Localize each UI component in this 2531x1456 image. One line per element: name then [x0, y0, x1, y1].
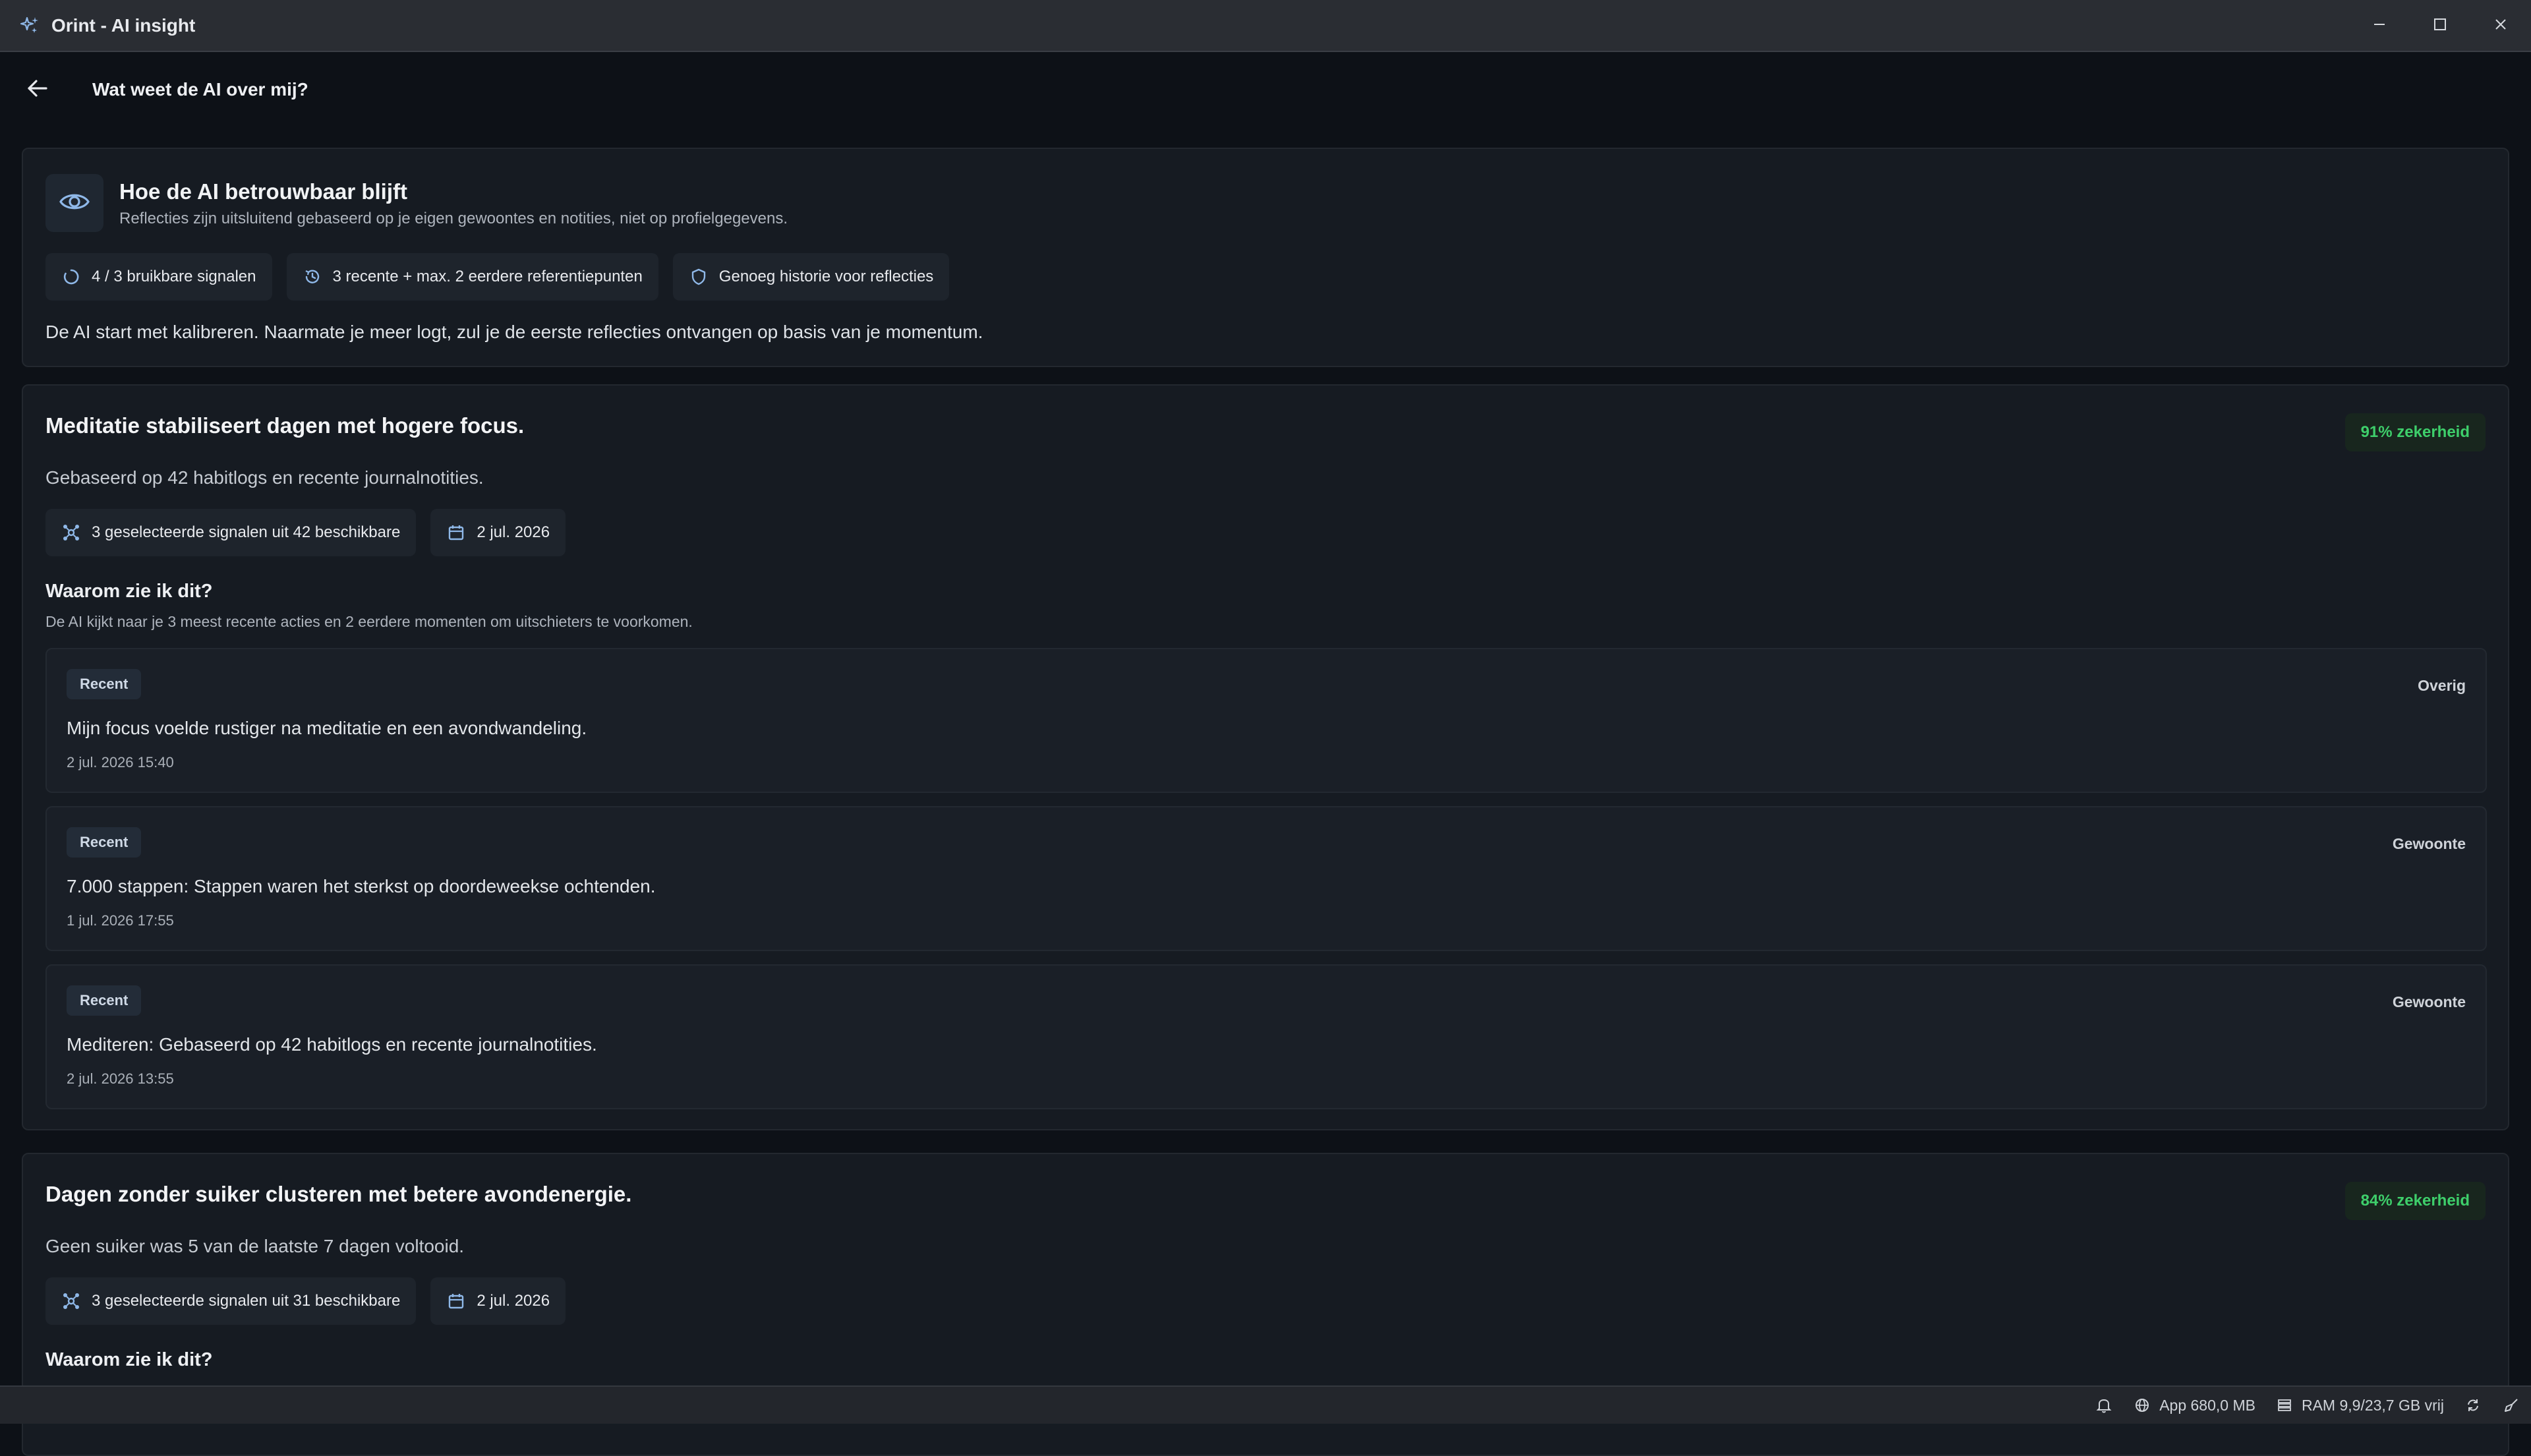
date-chip: 2 jul. 2026 — [430, 1277, 566, 1325]
eye-icon — [58, 185, 91, 221]
reliability-card: Hoe de AI betrouwbaar blijft Reflecties … — [22, 148, 2509, 367]
ram-status: RAM 9,9/23,7 GB vrij — [2275, 1396, 2444, 1414]
signal-category: Gewoonte — [2392, 993, 2466, 1010]
close-button[interactable] — [2470, 0, 2531, 52]
chip-label: 3 geselecteerde signalen uit 42 beschikb… — [92, 523, 401, 541]
back-button[interactable] — [16, 69, 58, 111]
network-icon — [61, 1291, 81, 1311]
signals-chip: 3 geselecteerde signalen uit 31 beschikb… — [45, 1277, 417, 1325]
close-icon — [2493, 16, 2509, 36]
app-memory-status: App 680,0 MB — [2133, 1396, 2255, 1414]
shield-icon — [689, 267, 709, 287]
chip-label: 4 / 3 bruikbare signalen — [92, 268, 256, 285]
signal-timestamp: 2 jul. 2026 13:55 — [67, 1070, 174, 1087]
confidence-badge: 91% zekerheid — [2344, 413, 2486, 451]
reliability-subtitle: Reflecties zijn uitsluitend gebaseerd op… — [119, 210, 788, 227]
chip-label: 3 recente + max. 2 eerdere referentiepun… — [332, 268, 643, 285]
app-window: Orint - AI insight Wat weet de AI over m… — [0, 0, 2531, 1456]
chip-label: Genoeg historie voor reflecties — [718, 268, 934, 285]
globe-icon — [2133, 1396, 2151, 1414]
recycle-icon[interactable] — [2464, 1396, 2482, 1414]
bell-icon[interactable] — [2095, 1396, 2113, 1414]
loader-icon — [61, 267, 81, 287]
status-bar: App 680,0 MB RAM 9,9/23,7 GB vrij — [0, 1385, 2531, 1424]
calibration-text: De AI start met kalibreren. Naarmate je … — [45, 322, 983, 342]
maximize-button[interactable] — [2410, 0, 2470, 52]
recent-badge: Recent — [67, 827, 142, 858]
reliability-title: Hoe de AI betrouwbaar blijft — [119, 179, 407, 204]
recent-badge: Recent — [67, 985, 142, 1016]
usable-signals-chip: 4 / 3 bruikbare signalen — [45, 253, 272, 301]
server-icon — [2275, 1396, 2294, 1414]
insight-chips: 3 geselecteerde signalen uit 42 beschikb… — [45, 509, 566, 556]
signal-item[interactable]: Recent Overig Mijn focus voelde rustiger… — [45, 648, 2487, 793]
chip-label: 2 jul. 2026 — [477, 1292, 550, 1310]
window-title: Orint - AI insight — [51, 15, 196, 36]
signal-timestamp: 2 jul. 2026 15:40 — [67, 754, 174, 771]
insight-description: Geen suiker was 5 van de laatste 7 dagen… — [45, 1236, 465, 1256]
insight-chips: 3 geselecteerde signalen uit 31 beschikb… — [45, 1277, 566, 1325]
broom-icon[interactable] — [2502, 1396, 2520, 1414]
chip-label: 3 geselecteerde signalen uit 31 beschikb… — [92, 1292, 401, 1310]
insight-title: Meditatie stabiliseert dagen met hogere … — [45, 413, 525, 438]
recent-badge: Recent — [67, 669, 142, 699]
signal-category: Overig — [2418, 677, 2466, 694]
confidence-badge: 84% zekerheid — [2344, 1182, 2486, 1220]
why-title: Waarom zie ik dit? — [45, 1349, 213, 1370]
history-icon — [303, 267, 322, 287]
arrow-left-icon — [24, 75, 50, 105]
page-header: Wat weet de AI over mij? — [0, 53, 2531, 127]
ram-label: RAM 9,9/23,7 GB vrij — [2301, 1396, 2444, 1414]
page-title: Wat weet de AI over mij? — [92, 79, 308, 100]
history-chip: Genoeg historie voor reflecties — [672, 253, 950, 301]
eye-icon-box — [45, 174, 103, 232]
signal-category: Gewoonte — [2392, 835, 2466, 852]
signal-text: Mijn focus voelde rustiger na meditatie … — [67, 718, 587, 738]
network-icon — [61, 523, 81, 542]
signal-text: 7.000 stappen: Stappen waren het sterkst… — [67, 876, 656, 896]
date-chip: 2 jul. 2026 — [430, 509, 566, 556]
signal-timestamp: 1 jul. 2026 17:55 — [67, 912, 174, 929]
calendar-icon — [446, 523, 466, 542]
insight-title: Dagen zonder suiker clusteren met betere… — [45, 1182, 632, 1206]
window-controls — [2349, 0, 2531, 52]
app-memory-label: App 680,0 MB — [2159, 1396, 2255, 1414]
maximize-icon — [2432, 16, 2448, 36]
reference-points-chip: 3 recente + max. 2 eerdere referentiepun… — [286, 253, 658, 301]
insight-card[interactable]: Meditatie stabiliseert dagen met hogere … — [22, 384, 2509, 1130]
reliability-chips: 4 / 3 bruikbare signalen 3 recente + max… — [45, 253, 950, 301]
signals-chip: 3 geselecteerde signalen uit 42 beschikb… — [45, 509, 417, 556]
why-title: Waarom zie ik dit? — [45, 581, 213, 602]
insight-description: Gebaseerd op 42 habitlogs en recente jou… — [45, 467, 484, 488]
why-subtitle: De AI kijkt naar je 3 meest recente acti… — [45, 613, 693, 630]
sparkles-icon — [18, 15, 41, 37]
chip-label: 2 jul. 2026 — [477, 523, 550, 541]
signal-item[interactable]: Recent Gewoonte 7.000 stappen: Stappen w… — [45, 806, 2487, 951]
signal-text: Mediteren: Gebaseerd op 42 habitlogs en … — [67, 1034, 597, 1055]
minimize-icon — [2371, 16, 2387, 36]
minimize-button[interactable] — [2349, 0, 2410, 52]
signal-item[interactable]: Recent Gewoonte Mediteren: Gebaseerd op … — [45, 964, 2487, 1109]
calendar-icon — [446, 1291, 466, 1311]
title-bar[interactable]: Orint - AI insight — [0, 0, 2531, 52]
